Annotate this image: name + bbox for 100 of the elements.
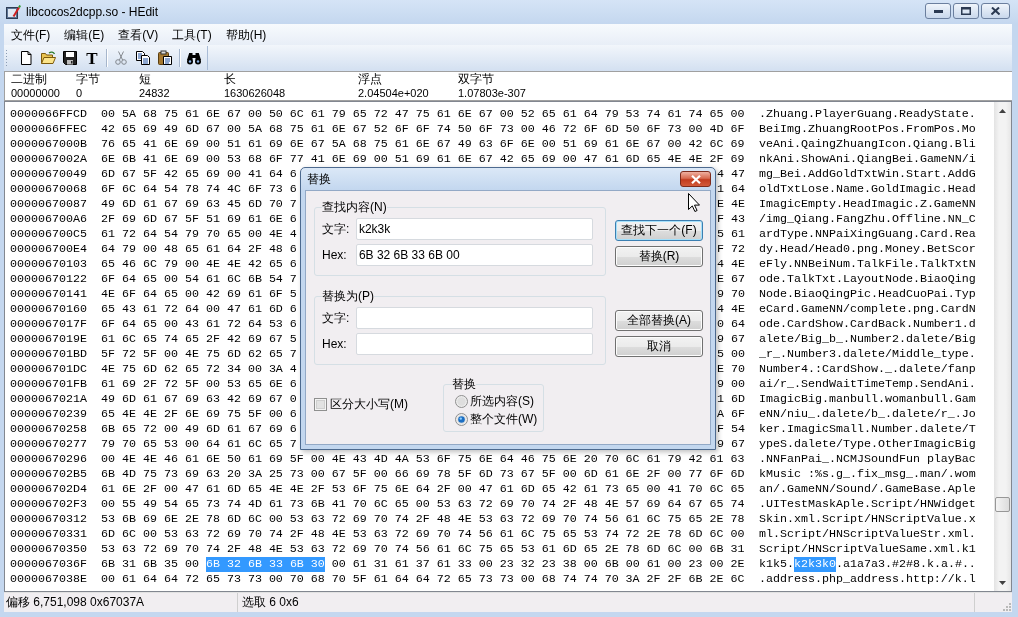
hex-bytes: 4E 6F 64 65 00 42 69 61 6F 5 [101,287,297,302]
hex-bytes: 6F 64 65 00 54 61 6C 6B 54 7 [101,272,297,287]
minimize-button[interactable] [925,3,951,19]
hex-bytes: 6E 6B 41 6E 69 00 53 68 6F 77 41 6E 69 00 51 69 61 6E 67 42 65 69 00 47 61 6D 65 4E 4E 2F 69 [101,152,745,167]
field-label: 文字: [322,220,351,238]
hex-bytes: A 6F [717,407,745,422]
hex-bytes: F 43 [717,212,745,227]
ascii-text: ImagicBig.manbull.womanbull.Gam [759,392,976,407]
hex-bytes: 00 61 31 61 37 61 33 00 23 32 23 38 00 6B 00 61 00 23 00 2E [331,557,745,572]
app-icon [5,4,21,20]
menu-item[interactable]: 帮助(H) [218,26,274,43]
offset-text: 00000670350 [10,542,87,557]
hex-bytes: 53 63 72 69 70 74 2F 48 4E 53 63 72 69 70 74 56 61 6C 75 65 53 61 6D 65 2E 78 6D 6C 00 6B 31 [101,542,745,557]
hex-bytes: 4 4E [717,302,745,317]
radio-label: 所选内容(S) [470,392,534,410]
offset-text: 00000670239 [10,407,87,422]
info-label: 短 [139,72,151,86]
info-value: 0 [76,86,83,100]
copy-pages-icon[interactable] [135,50,151,66]
blank-page-icon[interactable] [18,50,34,66]
hex-bytes: 64 79 00 48 65 61 64 2F 48 6 [101,242,297,257]
ascii-text: kMusic :%s.g_.fix_msg_.man/.wom [759,467,976,482]
cancel-button[interactable]: 取消 [615,336,703,357]
selected-ascii-text: k2k3k0 [794,557,836,572]
scroll-up-icon[interactable] [999,108,1006,113]
hex-input-field[interactable]: 6B 32 6B 33 6B 00 [355,244,593,266]
ascii-text: veAni.QaingZhuangIcon.Qiang.Bli [759,137,976,152]
hex-bytes: 65 4E 4E 2F 6E 69 75 5F 00 6 [101,407,297,422]
info-value: 1630626048 [224,86,286,100]
menu-item[interactable]: 查看(V) [111,26,166,43]
group-label: 替换 [452,377,476,391]
checkbox-label: 区分大小写(M) [330,396,408,413]
radio-button[interactable] [455,412,468,426]
hex-bytes: 6B 65 72 00 49 6D 61 67 69 6 [101,422,297,437]
close-button[interactable] [981,3,1010,19]
offset-text: 00000670296 [10,452,87,467]
scrollbar-track[interactable] [994,102,1011,591]
offset-text: 00000670277 [10,437,87,452]
hex-bytes: 00 55 49 54 65 73 74 4D 61 73 6B 41 70 6C 65 00 53 63 72 69 70 74 2F 48 4E 57 69 64 67 65 74 [101,497,745,512]
hex-bytes: 4E 75 6D 62 65 72 34 00 3A 4 [101,362,297,377]
replace-button[interactable]: 替换(R) [615,246,703,267]
menu-item[interactable]: 文件(F) [4,26,58,43]
hex-bytes: F 54 [717,422,745,437]
info-value: 2.04504e+020 [358,86,429,100]
offset-text: 00000670160 [10,302,87,317]
find-next-button[interactable]: 查找下一个(F) [615,220,703,241]
close-button[interactable] [680,171,711,187]
ascii-text: Number4.:CardShow._.dalete/fanp [759,362,976,377]
hex-bytes: F 72 [717,242,745,257]
info-label: 双字节 [458,72,494,86]
close-icon [991,7,1000,15]
offset-text: 0000067038E [10,572,87,587]
hex-bytes: 00 61 64 64 72 65 73 73 00 70 68 70 5F 61 64 64 72 65 73 73 00 68 74 74 70 3A 2F 2F 6B 2E 6C [101,572,745,587]
radio-button[interactable] [455,394,468,408]
field-label: Hex: [322,337,348,351]
toolbar-grip-icon[interactable] [5,49,8,67]
ascii-text: Skin.xml.Script/HNScriptValue.x [759,512,976,527]
info-value: 24832 [139,86,170,100]
offset-text: 000006702F3 [10,497,87,512]
replace-all-button[interactable]: 全部替换(A) [615,310,703,331]
offset-text: 000006701FB [10,377,87,392]
scroll-down-icon[interactable] [999,580,1006,585]
maximize-icon [961,7,971,15]
hex-input-field[interactable] [355,333,593,355]
text-input-field[interactable] [355,307,593,329]
offset-text: 00000670258 [10,422,87,437]
offset-text: 00000670068 [10,182,87,197]
ascii-text: ker.ImagicSmall.Number.dalete/T [759,422,976,437]
hex-bytes: 6B 4D 75 73 69 63 20 3A 25 73 00 67 5F 00 66 69 78 5F 6D 73 67 5F 00 6D 61 6E 2F 00 77 6F 6D [101,467,745,482]
hex-bytes: E 70 [717,362,745,377]
offset-text: 00000670049 [10,167,87,182]
menu-item[interactable]: 工具(T) [165,26,219,43]
ascii-text: eNN/niu_.dalete/b_.dalete/r_.Jo [759,407,976,422]
hex-bytes: 65 43 61 72 64 00 47 61 6D 6 [101,302,297,317]
ascii-text: _r_.Number3.dalete/Middle_type. [759,347,976,362]
hex-bytes: 61 6C 65 74 65 2F 42 69 67 5 [101,332,297,347]
hex-bytes: 9 00 [717,377,745,392]
hex-bytes: 61 72 64 54 79 70 65 00 4E 4 [101,227,297,242]
match-case-checkbox[interactable] [314,398,327,411]
hex-bytes: E 4E [717,197,745,212]
maximize-button[interactable] [953,3,979,19]
resize-grip-icon[interactable] [1001,601,1011,611]
offset-text: 0000067000B [10,137,87,152]
status-text: 选取 6 0x6 [242,594,299,611]
text-input-field[interactable]: k2k3k [355,218,593,240]
hex-bytes: 00 4E 4E 46 61 6E 50 61 69 5F 00 4E 43 4D 4A 53 6F 75 6E 64 46 75 6E 20 70 6C 61 79 42 61 63 [101,452,745,467]
clipboard-icon[interactable] [157,50,173,66]
binoculars-icon[interactable] [186,50,202,66]
hex-bytes: 1 64 [717,182,745,197]
offset-text: 0000067036F [10,557,87,572]
offset-text: 00000670087 [10,197,87,212]
field-label: 文字: [322,309,351,327]
menu-item[interactable]: 编辑(E) [57,26,112,43]
scrollbar-thumb[interactable] [995,497,1010,512]
offset-text: 0000067017F [10,317,87,332]
hex-bytes: E 67 [717,272,745,287]
folder-icon[interactable] [40,50,56,66]
text-tool-button[interactable]: T [86,49,98,67]
ascii-text: ypeS.dalete/Type.OtherImagicBig [759,437,976,452]
offset-text: 00000670103 [10,257,87,272]
